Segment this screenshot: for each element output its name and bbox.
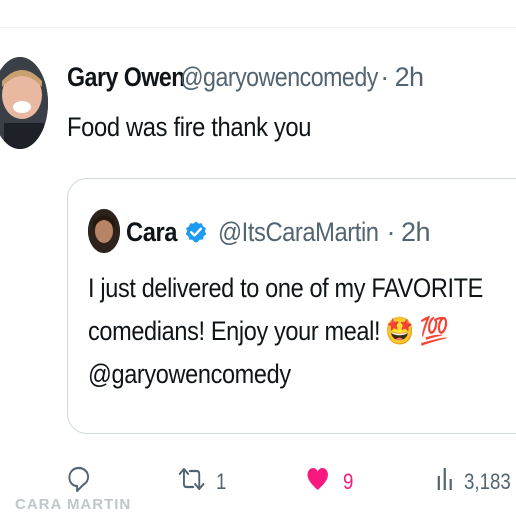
repost-count: 1 bbox=[216, 469, 227, 494]
quote-author-name[interactable]: Cara bbox=[126, 217, 178, 248]
author-name[interactable]: Gary Owen bbox=[67, 62, 185, 93]
quote-text-line-2: comedians! Enjoy your meal! 🤩 💯 bbox=[88, 310, 483, 353]
hundred-points-emoji: 💯 bbox=[419, 316, 449, 346]
author-avatar[interactable] bbox=[0, 57, 48, 149]
heart-icon bbox=[305, 464, 331, 500]
quote-text-line-1: I just delivered to one of my FAVORITE bbox=[88, 273, 483, 303]
like-count: 9 bbox=[343, 469, 354, 494]
repost-icon bbox=[178, 464, 205, 500]
quote-text-line-2-text: comedians! Enjoy your meal! bbox=[88, 316, 381, 346]
quote-text: I just delivered to one of my FAVORITE c… bbox=[88, 267, 483, 396]
tweet-time[interactable]: 2h bbox=[395, 62, 424, 93]
top-divider bbox=[0, 27, 516, 28]
header-separator: · bbox=[380, 61, 389, 92]
quote-author-avatar[interactable] bbox=[88, 209, 120, 253]
tweet-text: Food was fire thank you bbox=[67, 112, 312, 142]
reply-button[interactable] bbox=[66, 464, 96, 500]
quote-mention[interactable]: @garyowencomedy bbox=[88, 353, 483, 396]
like-button[interactable]: 9 bbox=[305, 464, 355, 500]
views-button[interactable]: 3,183 bbox=[436, 464, 516, 500]
verified-badge-icon bbox=[184, 220, 208, 244]
views-icon bbox=[436, 464, 456, 500]
author-handle[interactable]: @garyowencomedy bbox=[180, 62, 378, 93]
star-eyes-emoji: 🤩 bbox=[385, 316, 415, 346]
quote-time[interactable]: 2h bbox=[401, 217, 431, 248]
views-count: 3,183 bbox=[464, 469, 511, 494]
watermark: CARA MARTIN bbox=[15, 496, 132, 513]
tweet-header: Gary Owen @garyowencomedy · 2h bbox=[67, 60, 424, 94]
quote-header-separator: · bbox=[386, 216, 396, 247]
quote-header: Cara @ItsCaraMartin · 2h bbox=[126, 215, 431, 249]
quote-author-handle[interactable]: @ItsCaraMartin bbox=[218, 217, 379, 248]
repost-button[interactable]: 1 bbox=[178, 464, 228, 500]
quoted-tweet-card[interactable]: Cara @ItsCaraMartin · 2h I just delivere… bbox=[67, 178, 516, 434]
reply-icon bbox=[66, 464, 92, 500]
